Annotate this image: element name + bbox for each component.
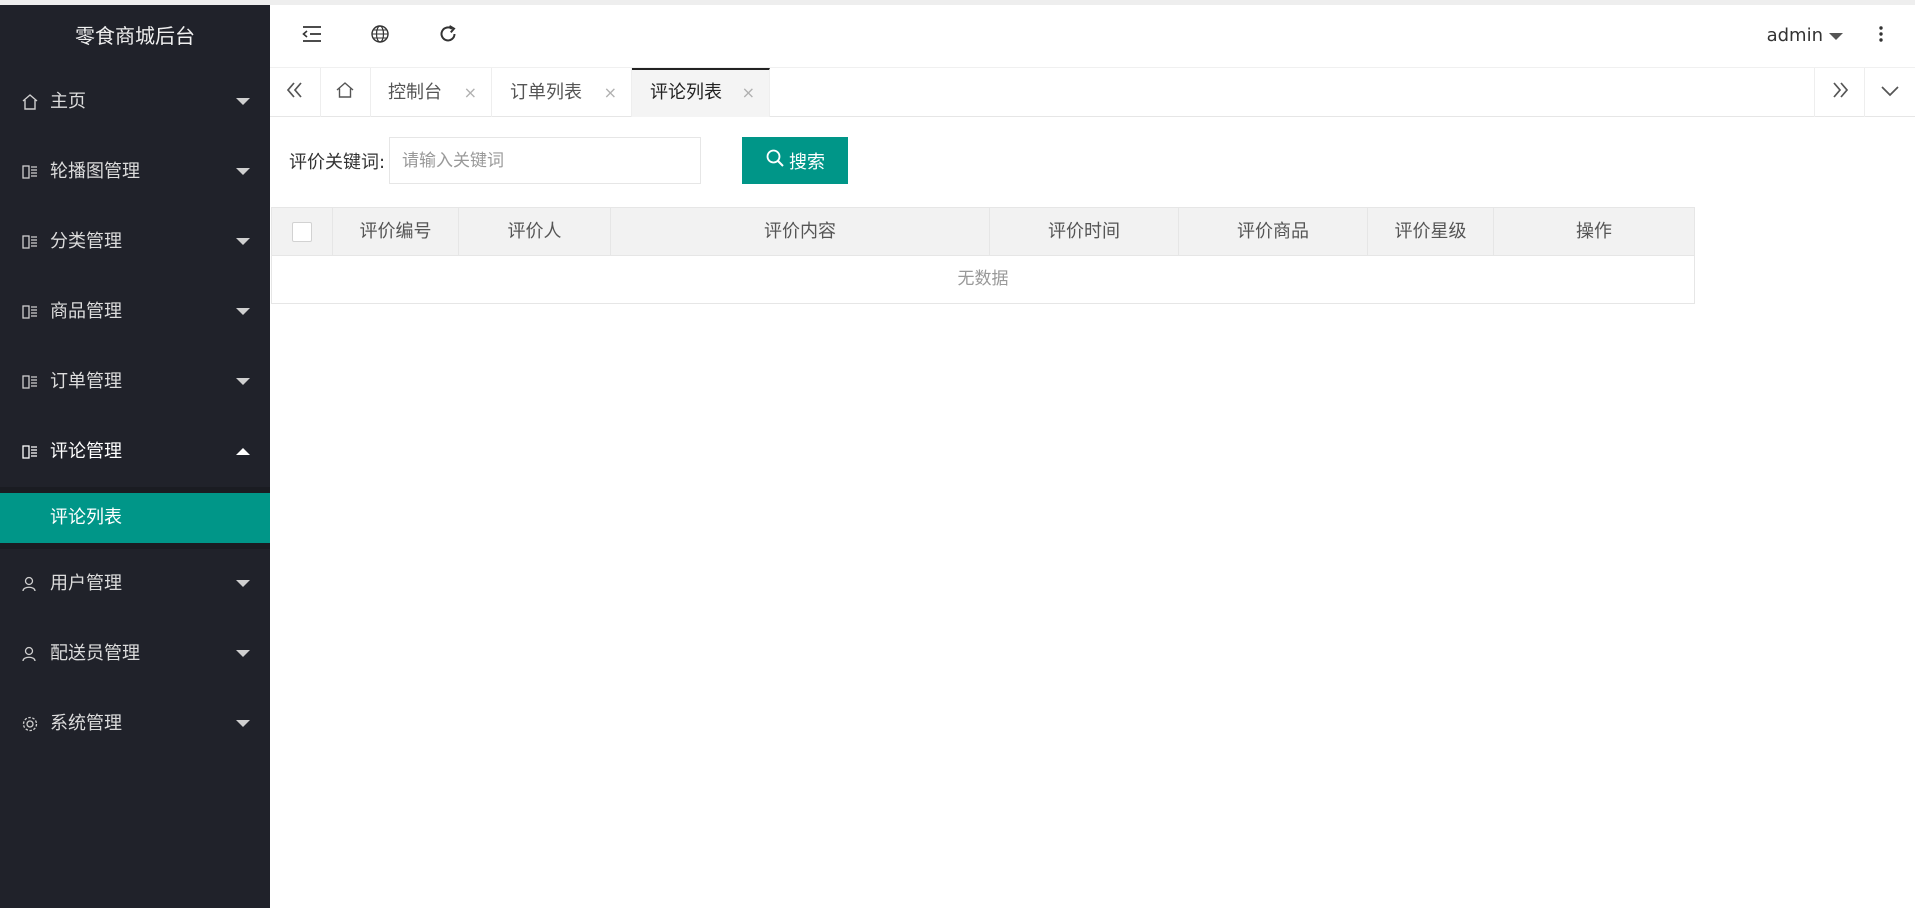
column-header-id[interactable]: 评价编号 xyxy=(333,208,459,255)
chevron-down-icon xyxy=(236,650,250,657)
double-chevron-right-icon xyxy=(1830,81,1850,104)
sidebar-submenu-comments: 评论列表 xyxy=(0,487,270,549)
table-header: 评价编号 评价人 评价内容 评价时间 评价商品 评价星级 操作 xyxy=(272,208,1694,256)
double-chevron-left-icon xyxy=(285,81,305,104)
user-menu[interactable]: admin xyxy=(1767,5,1843,67)
chevron-up-icon xyxy=(236,448,250,455)
chevron-down-icon xyxy=(236,308,250,315)
sidebar-item-goods[interactable]: 商品管理 xyxy=(0,277,270,347)
tabs-scroll-left-button[interactable] xyxy=(270,68,321,117)
sidebar-item-category[interactable]: 分类管理 xyxy=(0,207,270,277)
tab-label: 控制台 xyxy=(388,82,442,103)
select-all-cell xyxy=(272,208,333,255)
column-header-time[interactable]: 评价时间 xyxy=(990,208,1179,255)
catalog-icon xyxy=(20,417,40,487)
close-icon[interactable]: × xyxy=(742,70,755,115)
user-icon xyxy=(20,549,40,619)
gear-icon xyxy=(20,689,40,759)
column-header-reviewer[interactable]: 评价人 xyxy=(459,208,611,255)
more-options-button[interactable] xyxy=(1861,5,1901,67)
home-icon xyxy=(335,81,355,104)
sidebar-item-couriers[interactable]: 配送员管理 xyxy=(0,619,270,689)
more-vertical-icon xyxy=(1878,24,1884,49)
tab-bar: 控制台 × 订单列表 × 评论列表 × xyxy=(270,67,1915,117)
top-header: admin xyxy=(270,5,1915,67)
tab-comment-list[interactable]: 评论列表 × xyxy=(632,68,770,117)
catalog-icon xyxy=(20,137,40,207)
tabs-scroll-right-button[interactable] xyxy=(1814,68,1865,117)
app-logo-title: 零食商城后台 xyxy=(75,24,195,48)
column-header-product[interactable]: 评价商品 xyxy=(1179,208,1368,255)
column-header-rating[interactable]: 评价星级 xyxy=(1368,208,1494,255)
select-all-checkbox[interactable] xyxy=(292,222,312,242)
collapse-menu-icon xyxy=(301,24,323,49)
chevron-down-icon xyxy=(236,238,250,245)
tab-dashboard[interactable]: 控制台 × xyxy=(370,68,492,117)
globe-icon xyxy=(370,24,390,49)
sidebar-item-orders[interactable]: 订单管理 xyxy=(0,347,270,417)
website-button[interactable] xyxy=(350,5,410,67)
sidebar-item-label: 订单管理 xyxy=(50,371,122,392)
chevron-down-icon xyxy=(1880,83,1900,103)
tab-label: 评论列表 xyxy=(650,82,722,103)
collapse-menu-button[interactable] xyxy=(282,5,342,67)
sidebar-subitem-comment-list[interactable]: 评论列表 xyxy=(0,493,270,543)
home-icon xyxy=(20,67,40,137)
column-header-actions: 操作 xyxy=(1576,221,1612,242)
sidebar-item-label: 轮播图管理 xyxy=(50,161,140,182)
close-icon[interactable]: × xyxy=(604,68,617,117)
sidebar-item-label: 主页 xyxy=(50,91,86,112)
sidebar-item-home[interactable]: 主页 xyxy=(0,67,270,137)
sidebar-item-label: 用户管理 xyxy=(50,573,122,594)
sidebar-item-label: 分类管理 xyxy=(50,231,122,252)
chevron-down-icon xyxy=(236,378,250,385)
chevron-down-icon xyxy=(236,580,250,587)
sidebar: 零食商城后台 主页 轮播图管理 分类管理 商品管理 订单管理 评论管理 评论列表… xyxy=(0,5,270,908)
search-label: 评价关键词: xyxy=(289,152,386,173)
sidebar-item-label: 评论管理 xyxy=(50,441,122,462)
user-icon xyxy=(20,619,40,689)
search-icon xyxy=(765,148,785,173)
chevron-down-icon xyxy=(1829,32,1843,40)
catalog-icon xyxy=(20,207,40,277)
sidebar-item-label: 系统管理 xyxy=(50,713,122,734)
table-empty-message: 无数据 xyxy=(957,269,1009,289)
search-button[interactable]: 搜索 xyxy=(742,137,848,184)
comments-table: 评价编号 评价人 评价内容 评价时间 评价商品 评价星级 操作 无数据 xyxy=(271,207,1695,304)
sidebar-item-label: 配送员管理 xyxy=(50,643,140,664)
refresh-icon xyxy=(438,24,458,49)
sidebar-item-comments[interactable]: 评论管理 xyxy=(0,417,270,487)
tabs-menu-button[interactable] xyxy=(1864,68,1915,117)
refresh-button[interactable] xyxy=(418,5,478,67)
tab-label: 订单列表 xyxy=(510,82,582,103)
catalog-icon xyxy=(20,277,40,347)
tab-home[interactable] xyxy=(320,68,371,117)
close-icon[interactable]: × xyxy=(464,68,477,117)
username: admin xyxy=(1766,25,1823,46)
chevron-down-icon xyxy=(236,720,250,727)
sidebar-item-banner[interactable]: 轮播图管理 xyxy=(0,137,270,207)
tab-order-list[interactable]: 订单列表 × xyxy=(492,68,632,117)
search-input[interactable] xyxy=(389,137,701,184)
sidebar-item-users[interactable]: 用户管理 xyxy=(0,549,270,619)
search-button-label: 搜索 xyxy=(789,151,825,173)
sidebar-item-system[interactable]: 系统管理 xyxy=(0,689,270,759)
catalog-icon xyxy=(20,347,40,417)
sidebar-item-label: 商品管理 xyxy=(50,301,122,322)
chevron-down-icon xyxy=(236,168,250,175)
column-header-content[interactable]: 评价内容 xyxy=(611,208,990,255)
chevron-down-icon xyxy=(236,98,250,105)
